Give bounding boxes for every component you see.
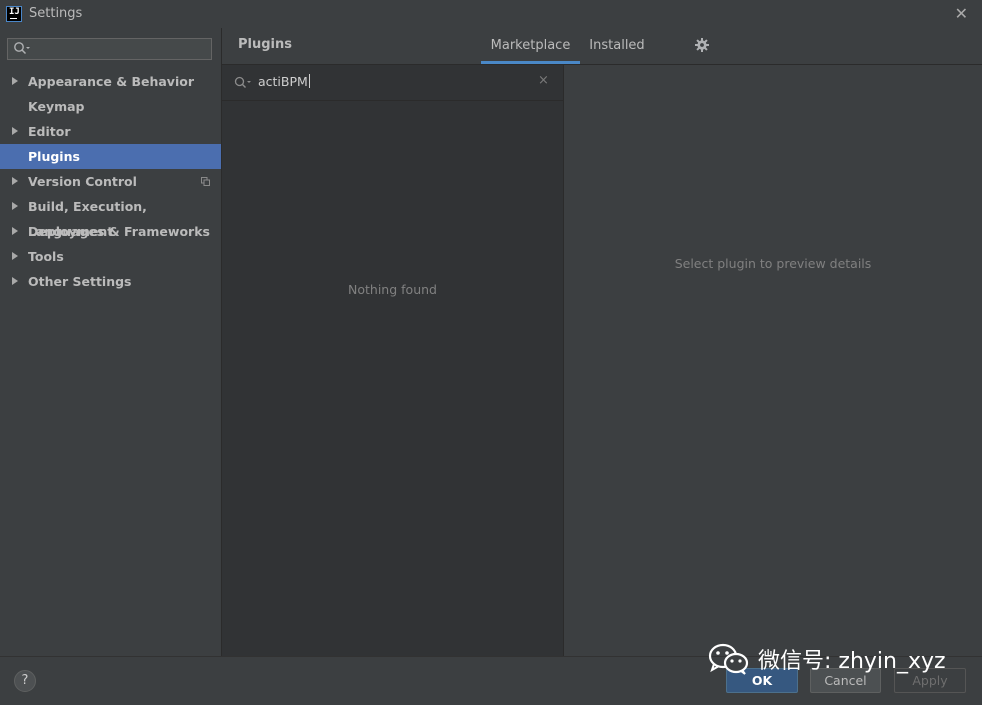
- details-placeholder-message: Select plugin to preview details: [674, 256, 872, 271]
- search-icon: [234, 76, 251, 88]
- intellij-logo-icon: IJ: [6, 6, 22, 22]
- tab-marketplace[interactable]: Marketplace: [481, 28, 580, 64]
- plugin-search-field[interactable]: actiBPM ×: [222, 65, 563, 101]
- tab-label: Marketplace: [490, 38, 571, 53]
- page-title: Plugins: [238, 37, 292, 52]
- gear-icon[interactable]: [695, 38, 709, 52]
- nav-item-editor[interactable]: Editor: [0, 119, 221, 144]
- nav-item-label: Version Control: [28, 174, 137, 189]
- plugin-details-panel: Select plugin to preview details: [564, 65, 982, 656]
- nav-item-build-execution-deployment[interactable]: Build, Execution, Deployment: [0, 194, 221, 239]
- nav-item-other-settings[interactable]: Other Settings: [0, 269, 221, 294]
- tab-label: Installed: [589, 38, 645, 53]
- active-tab-indicator: [481, 61, 580, 64]
- clear-search-icon[interactable]: ×: [538, 73, 549, 88]
- expand-arrow-icon[interactable]: [12, 177, 18, 185]
- nav-item-label: Appearance & Behavior: [28, 74, 194, 89]
- nav-item-label: Plugins: [28, 149, 80, 164]
- expand-arrow-icon[interactable]: [12, 202, 18, 210]
- close-icon[interactable]: ✕: [955, 4, 968, 23]
- nav-item-label: Editor: [28, 124, 71, 139]
- plugin-list-panel: actiBPM × Nothing found: [222, 65, 563, 656]
- settings-nav: Appearance & Behavior Keymap Editor Plug…: [0, 69, 221, 294]
- settings-search-input[interactable]: [7, 38, 212, 60]
- help-button[interactable]: ?: [14, 670, 36, 692]
- copy-icon: [201, 177, 210, 186]
- expand-arrow-icon[interactable]: [12, 127, 18, 135]
- nav-item-version-control[interactable]: Version Control: [0, 169, 221, 194]
- wechat-icon: [708, 643, 749, 675]
- plugin-search-input[interactable]: actiBPM: [258, 74, 310, 89]
- settings-sidebar: Appearance & Behavior Keymap Editor Plug…: [0, 28, 222, 656]
- search-icon: [14, 42, 30, 55]
- expand-arrow-icon[interactable]: [12, 77, 18, 85]
- tab-installed[interactable]: Installed: [585, 28, 649, 64]
- expand-arrow-icon[interactable]: [12, 252, 18, 260]
- nav-item-plugins[interactable]: Plugins: [0, 144, 221, 169]
- nav-item-appearance-behavior[interactable]: Appearance & Behavior: [0, 69, 221, 94]
- expand-arrow-icon[interactable]: [12, 277, 18, 285]
- nav-item-label: Languages & Frameworks: [28, 224, 210, 239]
- nav-item-tools[interactable]: Tools: [0, 244, 221, 269]
- empty-results-message: Nothing found: [348, 282, 437, 297]
- expand-arrow-icon[interactable]: [12, 227, 18, 235]
- nav-item-keymap[interactable]: Keymap: [0, 94, 221, 119]
- nav-item-label: Other Settings: [28, 274, 132, 289]
- nav-item-label: Tools: [28, 249, 64, 264]
- nav-item-label: Keymap: [28, 99, 85, 114]
- plugins-header: Plugins Marketplace Installed: [222, 28, 982, 65]
- watermark-text: 微信号: zhyin_xyz: [758, 649, 946, 674]
- window-title: Settings: [29, 6, 83, 21]
- nav-item-languages-frameworks[interactable]: Languages & Frameworks: [0, 219, 221, 244]
- title-bar: IJ Settings ✕: [0, 0, 982, 28]
